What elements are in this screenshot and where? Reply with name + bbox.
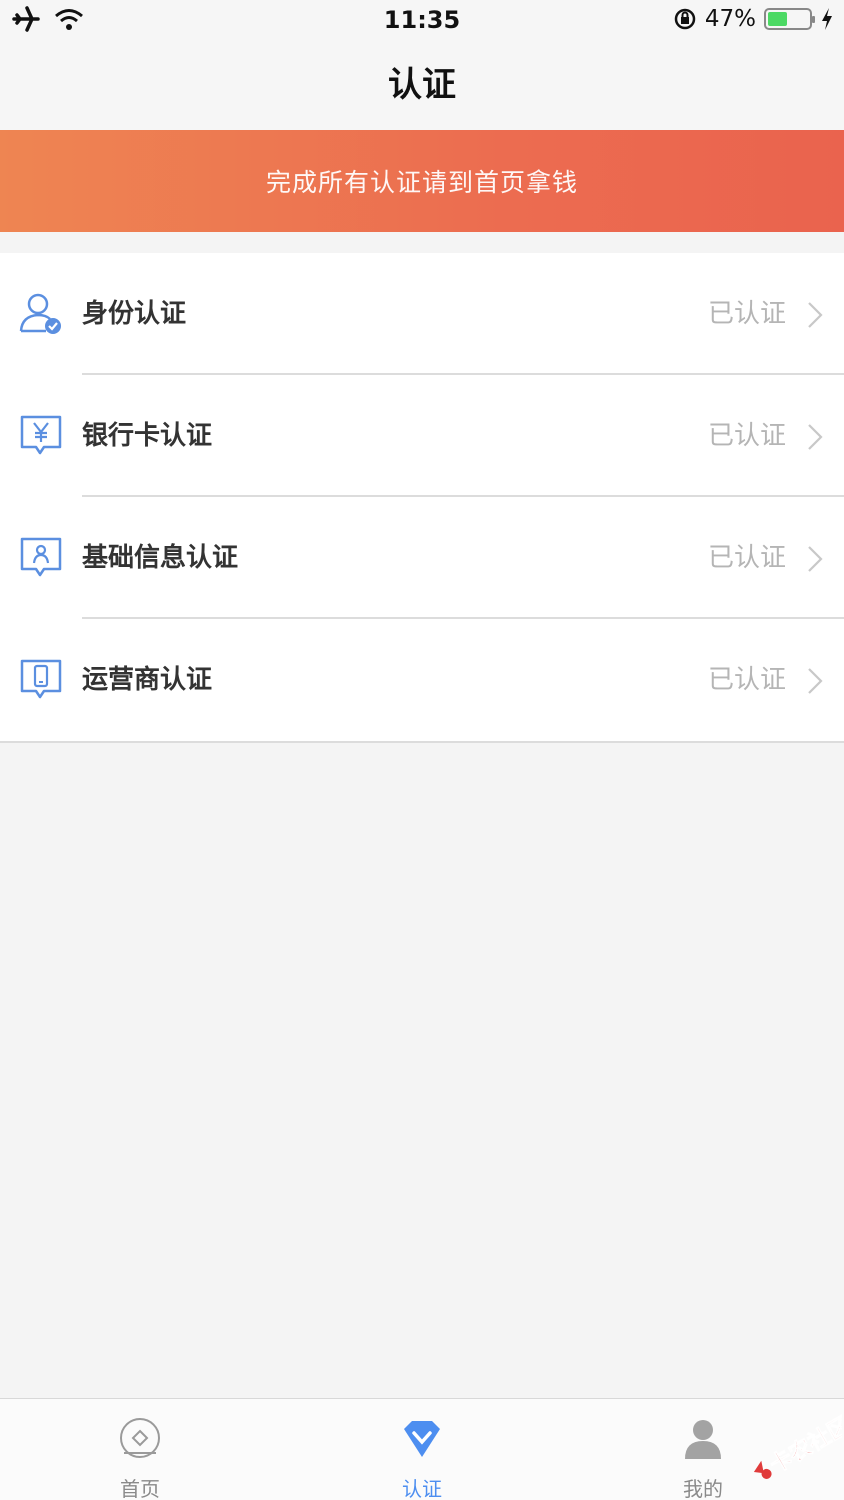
verification-status: 已认证 xyxy=(707,543,786,573)
bank-card-yen-icon xyxy=(20,415,62,455)
verification-label: 银行卡认证 xyxy=(82,421,213,451)
verification-row-identity[interactable]: 身份认证 已认证 xyxy=(0,253,844,375)
chevron-right-icon xyxy=(808,668,823,694)
promo-banner: 完成所有认证请到首页拿钱 xyxy=(0,130,844,232)
verification-status: 已认证 xyxy=(707,665,786,695)
verification-label: 基础信息认证 xyxy=(82,543,239,573)
watermark-logo: 卡农社区 xyxy=(753,1412,842,1479)
mobile-phone-icon xyxy=(20,659,62,699)
verification-status: 已认证 xyxy=(707,421,786,451)
battery-percent: 47% xyxy=(704,6,756,32)
page-title: 认证 xyxy=(388,65,456,105)
verification-label: 运营商认证 xyxy=(82,665,213,695)
profile-card-icon xyxy=(20,537,62,577)
battery-fill xyxy=(768,12,787,26)
rotation-lock-icon xyxy=(674,8,696,30)
user-check-icon xyxy=(19,293,61,334)
person-icon xyxy=(685,1420,721,1459)
verify-diamond-icon xyxy=(404,1421,440,1457)
tab-label: 首页 xyxy=(120,1477,160,1500)
verification-list: 身份认证 已认证 银行卡认证 已认证 基础信息认证 已认证 运营商认证 已认证 xyxy=(0,253,844,743)
status-right: 47% xyxy=(673,6,834,32)
tab-verify[interactable]: 认证 xyxy=(342,1399,502,1500)
tab-bar: 首页 认证 我的 xyxy=(0,1398,844,1500)
verification-row-carrier[interactable]: 运营商认证 已认证 xyxy=(0,619,844,741)
home-diamond-icon xyxy=(120,1418,160,1458)
status-bar: 11:35 47% xyxy=(0,0,844,44)
watermark-text: 卡农社区 xyxy=(765,1412,842,1479)
chevron-right-icon xyxy=(808,424,823,450)
verification-label: 身份认证 xyxy=(82,299,187,329)
chevron-right-icon xyxy=(808,546,823,572)
verification-status: 已认证 xyxy=(707,299,786,329)
verification-row-basic-info[interactable]: 基础信息认证 已认证 xyxy=(0,497,844,619)
tab-home[interactable]: 首页 xyxy=(60,1399,220,1500)
battery-icon xyxy=(764,8,815,30)
chevron-right-icon xyxy=(808,302,823,328)
verification-row-bank-card[interactable]: 银行卡认证 已认证 xyxy=(0,375,844,497)
banner-text: 完成所有认证请到首页拿钱 xyxy=(265,168,578,197)
tab-label: 认证 xyxy=(402,1477,442,1500)
nav-bar: 认证 xyxy=(0,44,844,130)
charging-bolt-icon xyxy=(822,8,832,30)
